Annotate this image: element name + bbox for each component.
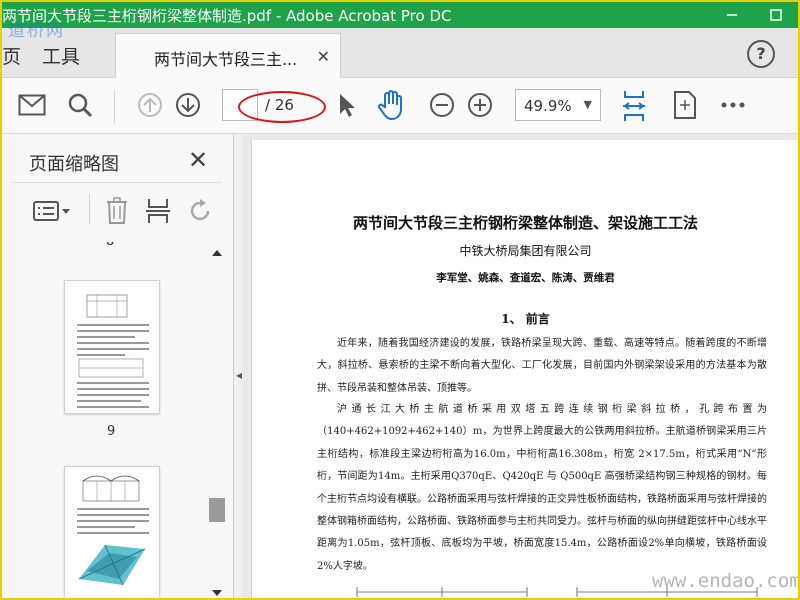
thumbnail-page-number: 8	[106, 242, 114, 249]
page-thumbnail[interactable]	[64, 280, 160, 414]
more-horizontal-icon	[721, 102, 745, 108]
page-thumbnail[interactable]	[64, 466, 160, 598]
arrow-down-circle-icon	[176, 93, 200, 117]
email-button[interactable]	[16, 90, 48, 120]
figure-partial	[356, 587, 758, 597]
close-panel-icon[interactable]: ✕	[188, 146, 208, 174]
hand-icon	[378, 90, 402, 121]
pdf-page: 两节间大节段三主桁钢桁梁整体制造、架设施工工法 中铁大桥局集团有限公司 李军堂、…	[251, 140, 798, 598]
scroll-down-icon	[212, 590, 222, 596]
minimize-button[interactable]	[710, 2, 754, 28]
mail-icon	[18, 94, 46, 116]
next-page-button[interactable]	[173, 90, 203, 120]
previous-page-button[interactable]	[135, 90, 165, 120]
full-screen-button[interactable]	[670, 89, 700, 121]
panel-toolbar	[2, 190, 234, 230]
zoom-select[interactable]: 49.9% ▼	[515, 89, 601, 121]
thumbnail-content	[77, 294, 149, 408]
panel-separator	[89, 194, 90, 224]
maximize-icon	[770, 9, 782, 21]
maximize-button[interactable]	[754, 2, 798, 28]
extract-page-button[interactable]	[144, 196, 172, 226]
options-menu-icon	[33, 201, 70, 221]
close-tab-icon[interactable]: ✕	[317, 47, 330, 66]
toolbar-separator	[114, 90, 115, 124]
scroll-up-icon	[212, 250, 222, 256]
fit-page-button[interactable]	[619, 88, 649, 124]
more-tools-button[interactable]	[718, 92, 748, 118]
trash-icon	[107, 197, 127, 224]
tab-tools[interactable]: 工具	[42, 42, 80, 69]
window-title: 两节间大节段三主桁钢桁梁整体制造.pdf - Adobe Acrobat Pro…	[2, 7, 452, 25]
hand-tool-button[interactable]	[375, 88, 409, 122]
document-paragraph: 沪通长江大桥主航道桥采用双塔五跨连续钢桁梁斜拉桥，孔跨布置为（140+462+1…	[317, 404, 767, 572]
fit-page-icon	[623, 91, 645, 121]
document-organization: 中铁大桥局集团有限公司	[459, 244, 592, 258]
thumbnail-content	[77, 475, 149, 586]
title-bar: 两节间大节段三主桁钢桁梁整体制造.pdf - Adobe Acrobat Pro…	[2, 2, 798, 28]
thumbnail-list: 8	[2, 242, 234, 598]
document-title: 两节间大节段三主桁钢桁梁整体制造、架设施工工法	[352, 214, 698, 232]
tab-document[interactable]: 两节间大节段三主... ✕	[115, 33, 341, 78]
zoom-out-button[interactable]	[427, 90, 457, 120]
window-controls	[710, 2, 798, 28]
thumbnail-panel: 页面缩略图 ✕ 8	[2, 134, 234, 598]
search-icon	[68, 93, 93, 118]
search-button[interactable]	[64, 90, 96, 120]
chevron-down-icon: ▼	[583, 98, 592, 111]
tab-bar: 页 工具 两节间大节段三主... ✕ ?	[2, 28, 798, 78]
tab-home[interactable]: 页	[2, 42, 21, 69]
rotate-page-button[interactable]	[186, 196, 214, 226]
section-heading: 1、 前言	[501, 312, 550, 326]
full-screen-icon	[674, 91, 696, 119]
rotate-icon	[190, 199, 210, 221]
minimize-icon	[727, 14, 737, 16]
window-frame: 两节间大节段三主桁钢桁梁整体制造.pdf - Adobe Acrobat Pro…	[0, 0, 800, 600]
thumbnail-options-button[interactable]	[32, 198, 72, 224]
delete-page-button[interactable]	[104, 196, 130, 226]
scrollbar-thumb[interactable]	[209, 498, 225, 522]
toolbar: / 26 49.9% ▼	[2, 78, 798, 134]
thumbnail-page-number: 9	[107, 424, 116, 439]
page-split-icon	[146, 199, 170, 223]
zoom-out-icon	[430, 93, 454, 117]
panel-divider	[12, 182, 222, 183]
document-authors: 李军堂、姚森、查道宏、陈涛、贾维君	[436, 272, 615, 284]
panel-title: 页面缩略图	[29, 154, 119, 175]
zoom-value: 49.9%	[524, 97, 572, 115]
select-tool-button[interactable]	[334, 90, 360, 120]
thumbnail-scrollbar[interactable]	[208, 242, 226, 598]
zoom-in-icon	[468, 93, 492, 117]
zoom-in-button[interactable]	[465, 90, 495, 120]
red-annotation-ellipse	[238, 91, 326, 123]
cursor-arrow-icon	[340, 94, 355, 117]
arrow-up-circle-icon	[138, 93, 162, 117]
help-icon[interactable]: ?	[747, 40, 775, 68]
document-viewport[interactable]: 两节间大节段三主桁钢桁梁整体制造、架设施工工法 中铁大桥局集团有限公司 李军堂、…	[242, 134, 798, 598]
document-paragraph: 近年来，随着我国经济建设的发展，铁路桥梁呈现大跨、重载、高速等特点。随着跨度的不…	[317, 338, 767, 394]
tab-document-label: 两节间大节段三主...	[154, 50, 298, 69]
